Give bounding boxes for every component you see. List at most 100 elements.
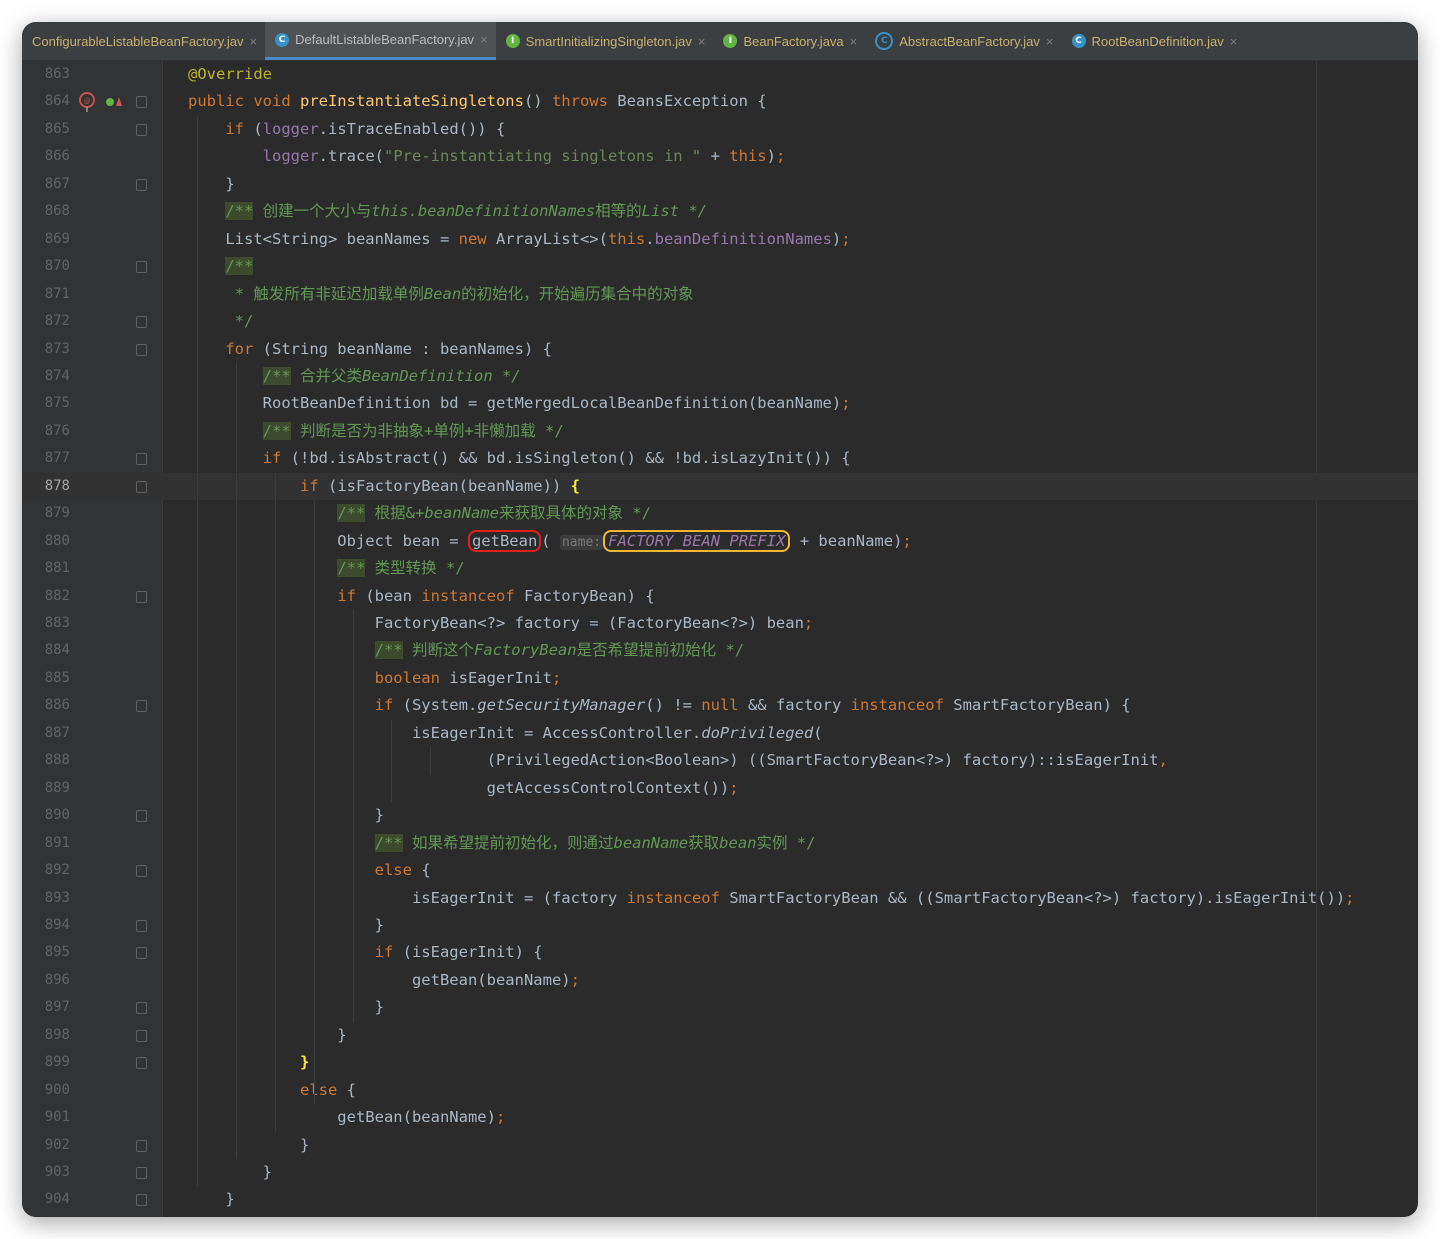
code-line[interactable]: 901 getBean(beanName);: [22, 1104, 1418, 1132]
code-line[interactable]: 899 }: [22, 1049, 1418, 1077]
code-text[interactable]: }: [188, 1049, 309, 1077]
code-line[interactable]: 893 isEagerInit = (factory instanceof Sm…: [22, 885, 1418, 913]
fold-marker-icon[interactable]: [136, 316, 147, 329]
code-line[interactable]: 867 }: [22, 171, 1418, 199]
fold-marker-icon[interactable]: [136, 261, 147, 274]
code-line[interactable]: 903 }: [22, 1159, 1418, 1187]
code-line[interactable]: 895 if (isEagerInit) {: [22, 939, 1418, 967]
close-icon[interactable]: ×: [698, 34, 706, 49]
code-editor[interactable]: 863 @Override 864 @ public void preInstantia…: [22, 61, 1418, 1217]
code-text[interactable]: getBean(beanName);: [188, 967, 580, 995]
tab-smartinitializingsingleton-jav[interactable]: I SmartInitializingSingleton.jav ×: [496, 22, 714, 60]
fold-marker-icon[interactable]: [136, 919, 147, 932]
code-text[interactable]: if (isEagerInit) {: [188, 939, 543, 967]
code-line[interactable]: 902 }: [22, 1132, 1418, 1160]
fold-marker-icon[interactable]: [136, 1002, 147, 1015]
code-text[interactable]: if (!bd.isAbstract() && bd.isSingleton()…: [188, 445, 851, 473]
code-text[interactable]: else {: [188, 857, 431, 885]
code-text[interactable]: public void preInstantiateSingletons() t…: [188, 88, 767, 116]
code-text[interactable]: /** 合并父类BeanDefinition */: [188, 363, 521, 391]
close-icon[interactable]: ×: [480, 32, 488, 47]
fold-marker-icon[interactable]: [136, 865, 147, 878]
tab-defaultlistablebeanfactory-jav[interactable]: C DefaultListableBeanFactory.jav ×: [265, 22, 496, 60]
code-text[interactable]: }: [188, 1132, 309, 1160]
code-line[interactable]: 886 if (System.getSecurityManager() != n…: [22, 692, 1418, 720]
code-text[interactable]: boolean isEagerInit;: [188, 665, 562, 693]
close-icon[interactable]: ×: [1230, 34, 1238, 49]
code-text[interactable]: }: [188, 994, 384, 1022]
code-text[interactable]: FactoryBean<?> factory = (FactoryBean<?>…: [188, 610, 814, 638]
code-line[interactable]: 900 else {: [22, 1077, 1418, 1105]
fold-marker-icon[interactable]: [136, 590, 147, 603]
code-text[interactable]: if (bean instanceof FactoryBean) {: [188, 583, 654, 611]
fold-marker-icon[interactable]: [136, 1167, 147, 1179]
fold-marker-icon[interactable]: [136, 810, 147, 823]
code-line[interactable]: 894 }: [22, 912, 1418, 940]
code-line[interactable]: 870 /**: [22, 253, 1418, 281]
tab-abstractbeanfactory-jav[interactable]: C AbstractBeanFactory.jav ×: [865, 22, 1061, 60]
code-line[interactable]: 880 Object bean = getBean( name: FACTORY_…: [22, 528, 1418, 556]
code-line[interactable]: 866 logger.trace("Pre-instantiating sing…: [22, 143, 1418, 171]
code-text[interactable]: /** 创建一个大小与this.beanDefinitionNames相等的Li…: [188, 198, 707, 226]
code-line[interactable]: 874 /** 合并父类BeanDefinition */: [22, 363, 1418, 391]
code-line[interactable]: 888 (PrivilegedAction<Boolean>) ((SmartF…: [22, 747, 1418, 775]
fold-marker-icon[interactable]: [136, 1057, 147, 1070]
code-line[interactable]: 897 }: [22, 994, 1418, 1022]
code-text[interactable]: }: [188, 1159, 272, 1187]
code-line[interactable]: 876 /** 判断是否为非抽象+单例+非懒加载 */: [22, 418, 1418, 446]
tab-rootbeandefinition-jav[interactable]: C RootBeanDefinition.jav ×: [1062, 22, 1246, 60]
code-text[interactable]: if (logger.isTraceEnabled()) {: [188, 116, 505, 144]
close-icon[interactable]: ×: [1046, 34, 1054, 49]
code-line[interactable]: 882 if (bean instanceof FactoryBean) {: [22, 583, 1418, 611]
fold-marker-icon[interactable]: [136, 1139, 147, 1152]
code-line[interactable]: 881 /** 类型转换 */: [22, 555, 1418, 583]
code-text[interactable]: /** 判断这个FactoryBean是否希望提前初始化 */: [188, 637, 744, 665]
code-text[interactable]: }: [188, 171, 234, 199]
code-text[interactable]: }: [188, 802, 384, 830]
code-text[interactable]: else {: [188, 1077, 356, 1105]
code-line[interactable]: 879 /** 根据&+beanName来获取具体的对象 */: [22, 500, 1418, 528]
close-icon[interactable]: ×: [250, 34, 258, 49]
code-text[interactable]: if (System.getSecurityManager() != null …: [188, 692, 1131, 720]
code-text[interactable]: }: [188, 1022, 346, 1050]
code-text[interactable]: getAccessControlContext());: [188, 775, 739, 803]
code-line[interactable]: 887 isEagerInit = AccessController.doPri…: [22, 720, 1418, 748]
code-line[interactable]: 898 }: [22, 1022, 1418, 1050]
code-text[interactable]: for (String beanName : beanNames) {: [188, 336, 552, 364]
breakpoint-icon[interactable]: @: [78, 88, 128, 119]
fold-marker-icon[interactable]: [136, 96, 147, 109]
code-text[interactable]: /** 根据&+beanName来获取具体的对象 */: [188, 500, 651, 528]
fold-marker-icon[interactable]: [136, 453, 147, 466]
code-text[interactable]: * 触发所有非延迟加载单例Bean的初始化，开始遍历集合中的对象: [188, 281, 694, 309]
code-text[interactable]: RootBeanDefinition bd = getMergedLocalBe…: [188, 390, 851, 418]
code-text[interactable]: if (isFactoryBean(beanName)) {: [188, 473, 580, 501]
code-line[interactable]: 863 @Override: [22, 61, 1418, 89]
code-line[interactable]: 868 /** 创建一个大小与this.beanDefinitionNames相…: [22, 198, 1418, 226]
fold-marker-icon[interactable]: [136, 178, 147, 191]
code-line[interactable]: 896 getBean(beanName);: [22, 967, 1418, 995]
tab-configurablelistablebeanfactory-jav[interactable]: ConfigurableListableBeanFactory.jav ×: [22, 22, 265, 60]
code-text[interactable]: logger.trace("Pre-instantiating singleto…: [188, 143, 786, 171]
code-text[interactable]: /** 如果希望提前初始化，则通过beanName获取bean实例 */: [188, 830, 815, 858]
code-line[interactable]: 864 @ public void preInstantiateSingletons…: [22, 88, 1418, 116]
code-line[interactable]: 891 /** 如果希望提前初始化，则通过beanName获取bean实例 */: [22, 830, 1418, 858]
code-text[interactable]: @Override: [188, 61, 272, 89]
code-line[interactable]: 872 */: [22, 308, 1418, 336]
fold-marker-icon[interactable]: [136, 480, 147, 493]
code-line[interactable]: 889 getAccessControlContext());: [22, 775, 1418, 803]
code-line[interactable]: 865 if (logger.isTraceEnabled()) {: [22, 116, 1418, 144]
code-line[interactable]: 890 }: [22, 802, 1418, 830]
code-line[interactable]: 885 boolean isEagerInit;: [22, 665, 1418, 693]
code-line[interactable]: 878 if (isFactoryBean(beanName)) {: [22, 472, 1418, 501]
fold-marker-icon[interactable]: [136, 700, 147, 713]
code-line[interactable]: 873 for (String beanName : beanNames) {: [22, 336, 1418, 364]
fold-marker-icon[interactable]: [136, 123, 147, 136]
code-text[interactable]: Object bean = getBean( name: FACTORY_BEAN…: [188, 528, 912, 557]
close-icon[interactable]: ×: [850, 34, 858, 49]
code-line[interactable]: 875 RootBeanDefinition bd = getMergedLoc…: [22, 390, 1418, 418]
code-text[interactable]: /** 判断是否为非抽象+单例+非懒加载 */: [188, 418, 564, 446]
fold-marker-icon[interactable]: [136, 1029, 147, 1042]
code-text[interactable]: }: [188, 912, 384, 940]
code-text[interactable]: (PrivilegedAction<Boolean>) ((SmartFacto…: [188, 747, 1168, 775]
code-line[interactable]: 904 }: [22, 1186, 1418, 1214]
